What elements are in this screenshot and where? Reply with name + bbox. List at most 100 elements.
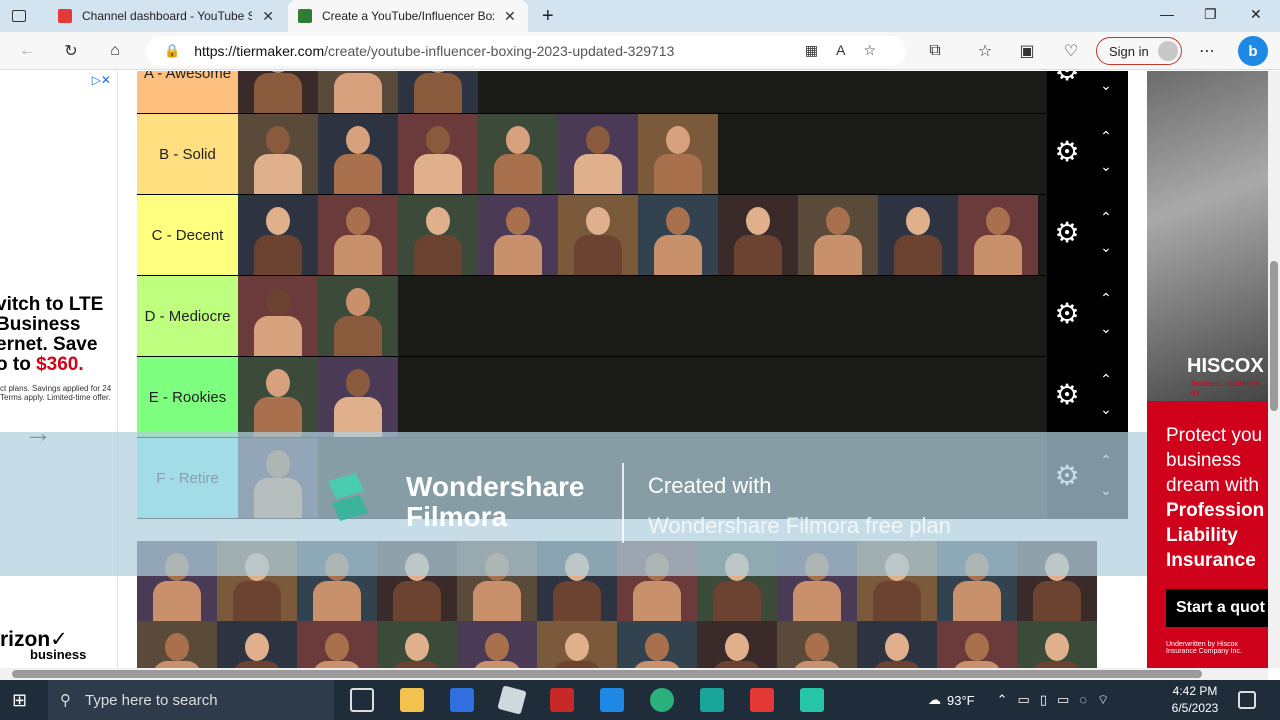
chevron-up-icon[interactable]: ⌃ xyxy=(1097,371,1115,388)
chevron-down-icon[interactable]: ⌄ xyxy=(1097,239,1115,256)
close-window-button[interactable]: ✕ xyxy=(1250,6,1262,23)
close-tab-icon[interactable]: ✕ xyxy=(504,8,516,25)
refresh-button[interactable]: ↻ xyxy=(60,40,82,62)
scroll-thumb[interactable] xyxy=(1270,261,1278,411)
contestant-tile[interactable] xyxy=(318,195,398,275)
contestant-tile[interactable] xyxy=(457,621,537,668)
contestant-tile[interactable] xyxy=(777,621,857,668)
contestant-tile[interactable] xyxy=(318,114,398,194)
file-explorer-icon[interactable] xyxy=(400,688,424,712)
temperature[interactable]: 93°F xyxy=(947,693,975,708)
contestant-tile[interactable] xyxy=(537,621,617,668)
gear-icon[interactable]: ⚙ xyxy=(1053,381,1081,409)
mail-icon[interactable] xyxy=(600,688,624,712)
taskbar-search[interactable]: ⚲ Type here to search xyxy=(48,680,334,720)
contestant-tile[interactable] xyxy=(478,195,558,275)
home-button[interactable]: ⌂ xyxy=(104,40,126,62)
tier-label[interactable]: D - Mediocre xyxy=(137,276,238,356)
contestant-tile[interactable] xyxy=(238,357,318,437)
weather-icon[interactable]: ☁ xyxy=(928,692,941,708)
contestant-tile[interactable] xyxy=(318,71,398,113)
chevron-down-icon[interactable]: ⌄ xyxy=(1097,77,1115,94)
contestant-tile[interactable] xyxy=(318,276,398,356)
tier-label[interactable]: E - Rookies xyxy=(137,357,238,437)
notifications-icon[interactable] xyxy=(1238,691,1256,709)
contestant-tile[interactable] xyxy=(478,114,558,194)
favorites-icon[interactable]: ☆ xyxy=(974,40,996,62)
chevron-down-icon[interactable]: ⌄ xyxy=(1097,158,1115,175)
contestant-tile[interactable] xyxy=(617,621,697,668)
back-button[interactable]: ← xyxy=(16,40,38,62)
contestant-tile[interactable] xyxy=(217,621,297,668)
contestant-tile[interactable] xyxy=(638,195,718,275)
contestant-tile[interactable] xyxy=(238,114,318,194)
collections-icon[interactable]: ▣ xyxy=(1016,40,1038,62)
performance-icon[interactable]: ♡ xyxy=(1060,40,1082,62)
contestant-tile[interactable] xyxy=(398,71,478,113)
store-icon[interactable] xyxy=(450,688,474,712)
contestant-tile[interactable] xyxy=(377,621,457,668)
contestant-tile[interactable] xyxy=(238,195,318,275)
chevron-up-icon[interactable]: ⌃ xyxy=(1097,209,1115,226)
mcafee-icon[interactable] xyxy=(550,688,574,712)
maximize-button[interactable]: ❐ xyxy=(1204,6,1217,23)
edge-icon[interactable] xyxy=(650,688,674,712)
contestant-tile[interactable] xyxy=(697,621,777,668)
contestant-tile[interactable] xyxy=(238,71,318,113)
contestant-tile[interactable] xyxy=(558,195,638,275)
chevron-up-icon[interactable]: ⌃ xyxy=(1097,128,1115,145)
chevron-up-icon[interactable]: ⌃ xyxy=(1097,290,1115,307)
clock[interactable]: 4:42 PM 6/5/2023 xyxy=(1164,683,1226,717)
tier-label[interactable]: A - Awesome xyxy=(137,71,238,113)
start-quote-button[interactable]: Start a quot xyxy=(1166,589,1268,627)
address-bar[interactable]: 🔒 https://tiermaker.com/create/youtube-i… xyxy=(146,36,906,66)
right-ad[interactable]: HISCOX business insurance ex Protect you… xyxy=(1147,71,1268,668)
more-menu-icon[interactable]: ⋯ xyxy=(1196,40,1218,62)
contestant-tile[interactable] xyxy=(878,195,958,275)
contestant-tile[interactable] xyxy=(318,357,398,437)
contestant-tile[interactable] xyxy=(958,195,1038,275)
contestant-tile[interactable] xyxy=(937,621,1017,668)
chevron-down-icon[interactable]: ⌄ xyxy=(1097,320,1115,337)
new-tab-button[interactable]: + xyxy=(532,0,564,32)
minimize-button[interactable]: — xyxy=(1160,6,1174,22)
contestant-tile[interactable] xyxy=(1017,621,1097,668)
bing-chat-button[interactable]: b xyxy=(1238,36,1268,66)
gear-icon[interactable]: ⚙ xyxy=(1053,300,1081,328)
tier-label[interactable]: C - Decent xyxy=(137,195,238,275)
gear-icon[interactable]: ⚙ xyxy=(1053,219,1081,247)
tab-actions-button[interactable] xyxy=(2,0,36,32)
contestant-tile[interactable] xyxy=(558,114,638,194)
tab-channel-dashboard[interactable]: Channel dashboard - YouTube St ✕ xyxy=(48,0,284,32)
scroll-thumb[interactable] xyxy=(12,670,1202,678)
contestant-tile[interactable] xyxy=(398,195,478,275)
filmora-taskbar-icon[interactable] xyxy=(800,688,824,712)
left-ad[interactable]: ▷✕ vitch to LTE Business ernet. Save o t… xyxy=(0,71,118,668)
contestant-tile[interactable] xyxy=(718,195,798,275)
contestant-tile[interactable] xyxy=(137,621,217,668)
tray-icons[interactable]: ⌃▭▯▭◌⌔ xyxy=(997,692,1120,708)
tab-tiermaker[interactable]: Create a YouTube/Influencer Box ✕ xyxy=(288,0,528,32)
l-app-icon[interactable] xyxy=(700,688,724,712)
contestant-tile[interactable] xyxy=(857,621,937,668)
gear-icon[interactable]: ⚙ xyxy=(1053,71,1081,85)
contestant-tile[interactable] xyxy=(798,195,878,275)
adchoices-icon[interactable]: ▷✕ xyxy=(92,73,111,87)
url-action-icons[interactable]: ▦A☆ xyxy=(805,42,894,59)
gear-icon[interactable]: ⚙ xyxy=(1053,138,1081,166)
youtube-icon[interactable] xyxy=(750,688,774,712)
vertical-scrollbar[interactable] xyxy=(1268,71,1280,668)
contestant-tile[interactable] xyxy=(238,276,318,356)
extensions-icon[interactable]: ⧉ xyxy=(924,40,946,62)
contestant-tile[interactable] xyxy=(297,621,377,668)
contestant-tile[interactable] xyxy=(398,114,478,194)
roblox-icon[interactable] xyxy=(497,685,527,715)
horizontal-scrollbar[interactable] xyxy=(0,668,1268,680)
contestant-tile[interactable] xyxy=(638,114,718,194)
windows-start-icon[interactable]: ⊞ xyxy=(12,690,32,710)
close-tab-icon[interactable]: ✕ xyxy=(262,8,274,25)
sign-in-button[interactable]: Sign in xyxy=(1096,37,1182,65)
tier-label[interactable]: B - Solid xyxy=(137,114,238,194)
chevron-down-icon[interactable]: ⌄ xyxy=(1097,401,1115,418)
task-view-icon[interactable] xyxy=(350,688,374,712)
